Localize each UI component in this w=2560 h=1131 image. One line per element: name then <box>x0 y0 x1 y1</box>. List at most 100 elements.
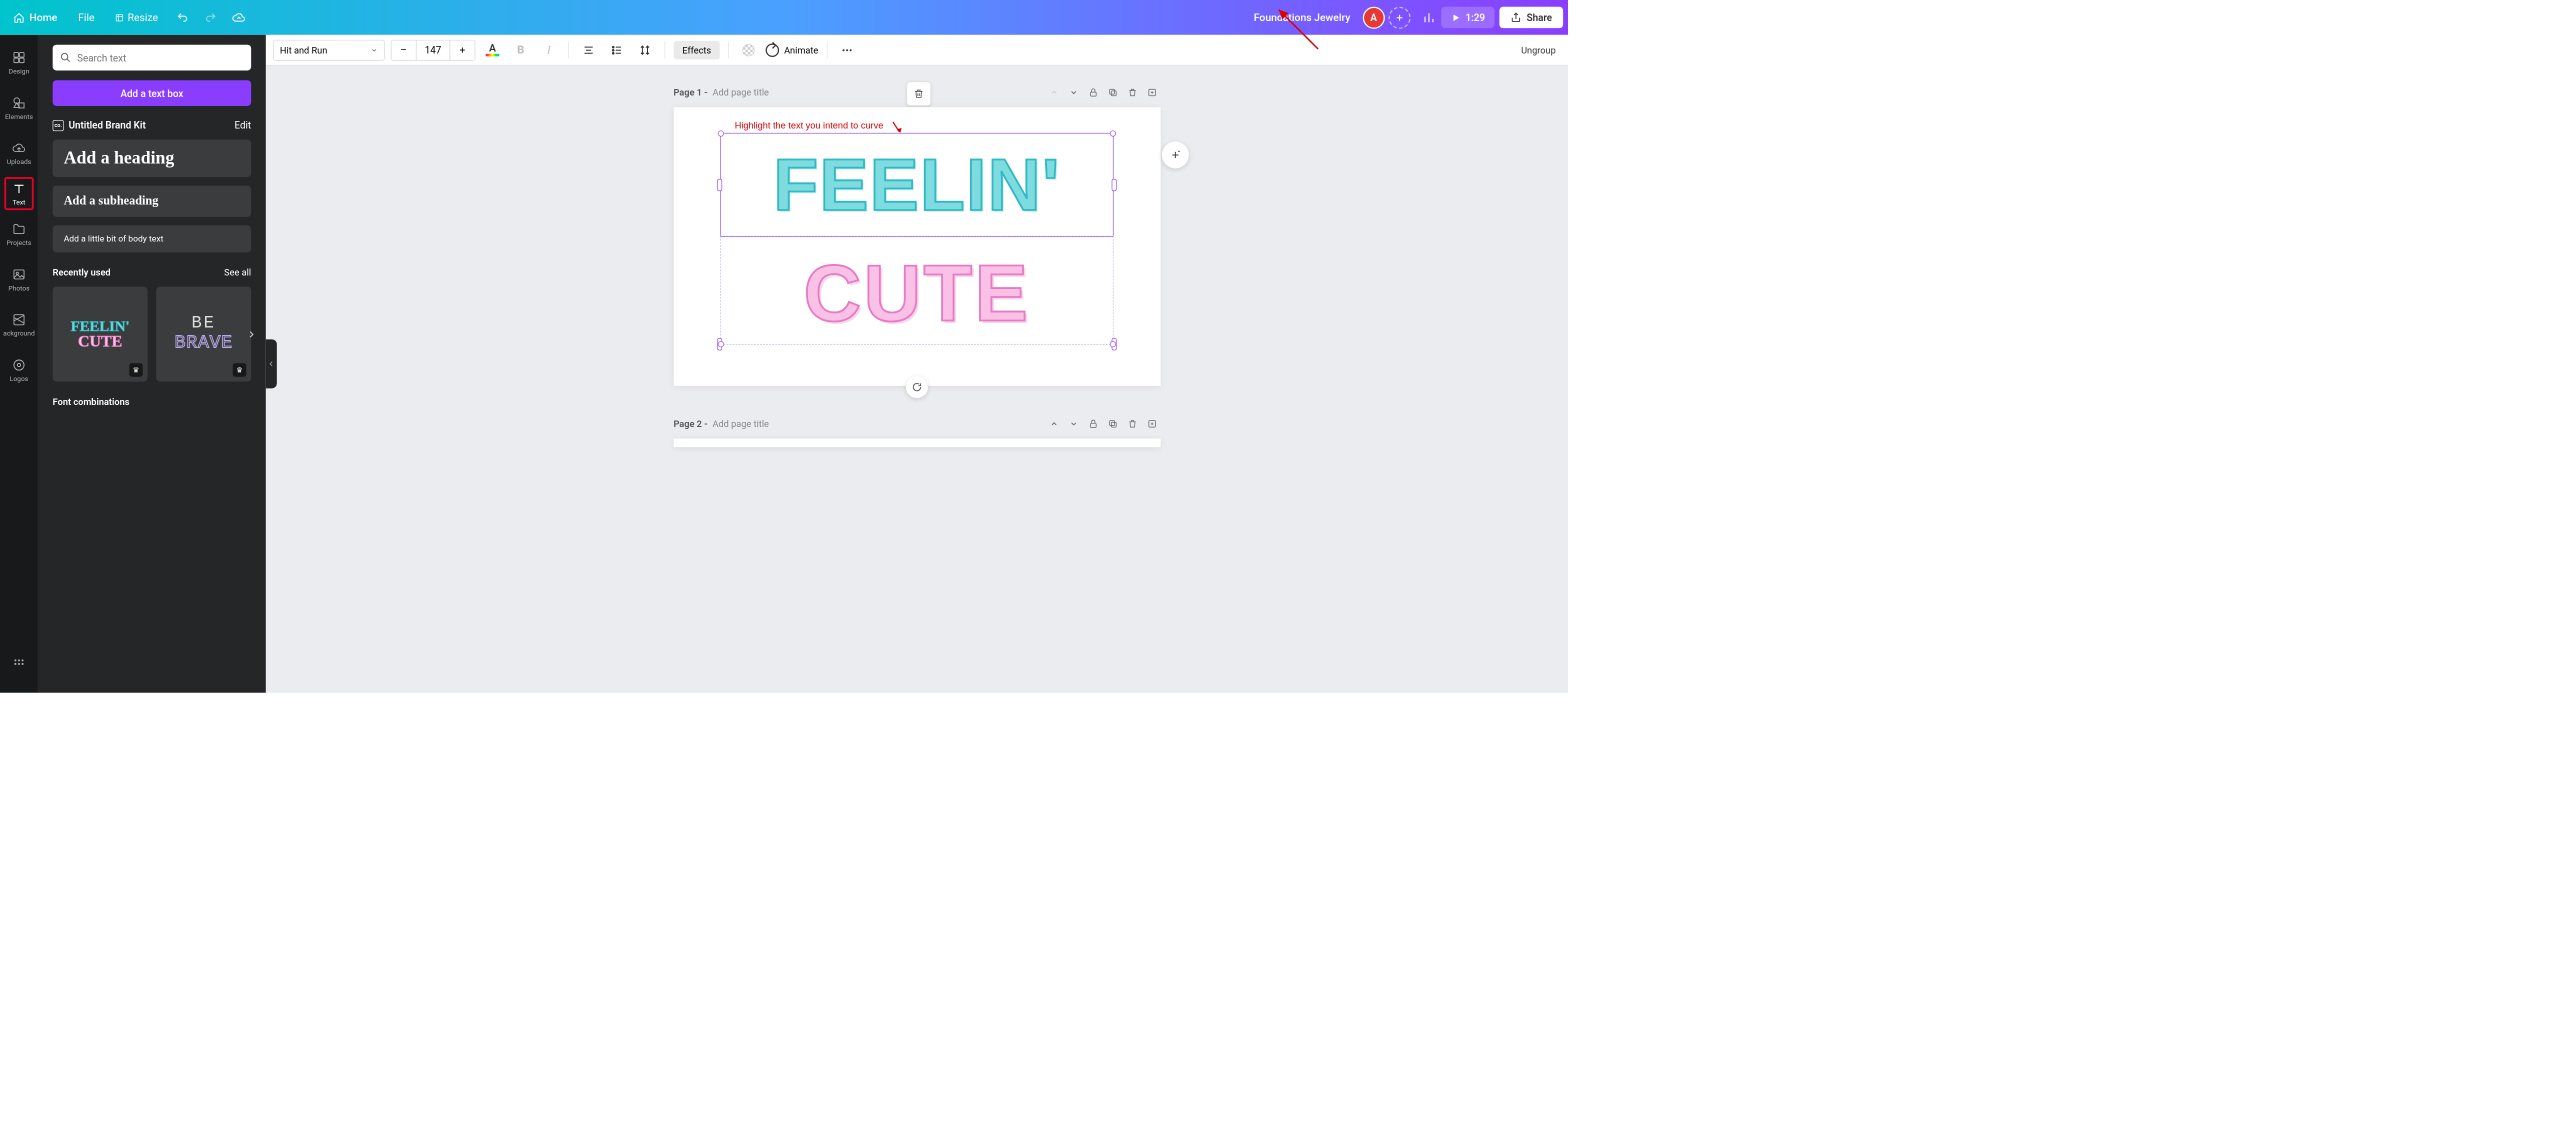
present-button[interactable]: 1:29 <box>1441 7 1495 28</box>
ungroup-button[interactable]: Ungroup <box>1516 44 1560 55</box>
insights-button[interactable] <box>1417 5 1442 30</box>
play-icon <box>1451 13 1461 23</box>
undo-button[interactable] <box>170 5 195 30</box>
share-button[interactable]: Share <box>1500 7 1563 28</box>
transparency-button[interactable] <box>738 40 760 61</box>
thumbs-next-button[interactable] <box>243 326 260 343</box>
home-button[interactable]: Home <box>5 6 66 28</box>
see-all-link[interactable]: See all <box>224 267 251 278</box>
page-delete[interactable] <box>1124 415 1141 432</box>
project-title[interactable]: Foundations Jewelry <box>1245 6 1359 28</box>
page-collapse-down[interactable] <box>1065 84 1082 101</box>
rail-apps[interactable] <box>0 641 38 686</box>
resize-icon <box>115 13 124 22</box>
resize-handle[interactable] <box>1110 341 1116 347</box>
spacing-icon <box>639 44 651 56</box>
page-duplicate[interactable] <box>1104 415 1121 432</box>
rail-text[interactable]: Text <box>4 177 33 210</box>
thumb-feelin-cute[interactable]: FEELIN' CUTE ♛ <box>53 287 148 382</box>
cloud-sync-button[interactable] <box>227 5 252 30</box>
font-combinations-label: Font combinations <box>53 396 251 407</box>
resize-handle[interactable] <box>718 130 724 136</box>
page-lock[interactable] <box>1084 84 1101 101</box>
undo-icon <box>176 11 188 23</box>
page-collapse-down[interactable] <box>1065 415 1082 432</box>
avatar[interactable]: A <box>1363 6 1385 28</box>
font-size-minus[interactable]: – <box>391 40 416 60</box>
page-2-label: Page 2 - <box>673 418 707 429</box>
add-member-button[interactable] <box>1388 6 1410 28</box>
search-icon <box>60 52 71 63</box>
align-button[interactable] <box>578 40 600 61</box>
add-text-box-button[interactable]: Add a text box <box>53 80 251 106</box>
search-input-wrap[interactable] <box>53 45 251 71</box>
italic-icon: I <box>547 43 551 56</box>
font-select[interactable]: Hit and Run <box>273 40 384 61</box>
resize-handle[interactable] <box>1110 130 1116 136</box>
bold-button[interactable]: B <box>510 40 532 61</box>
rail-projects[interactable]: Projects <box>0 211 38 256</box>
file-menu[interactable]: File <box>70 6 103 28</box>
canvas-page-2[interactable] <box>673 439 1160 448</box>
italic-button[interactable]: I <box>538 40 560 61</box>
context-toolbar: Hit and Run – 147 + A B I <box>266 35 1568 66</box>
resize-menu[interactable]: Resize <box>107 6 167 28</box>
rail-photos[interactable]: Photos <box>0 257 38 302</box>
page-add[interactable] <box>1143 415 1160 432</box>
page-collapse-up[interactable] <box>1045 415 1062 432</box>
brand-kit-label[interactable]: co. Untitled Brand Kit <box>53 119 146 131</box>
more-button[interactable] <box>836 40 858 61</box>
page-lock[interactable] <box>1084 415 1101 432</box>
rail-uploads[interactable]: Uploads <box>0 130 38 175</box>
background-icon <box>12 312 27 327</box>
rail-background[interactable]: ackground <box>0 302 38 347</box>
duplicate-icon <box>1108 419 1118 429</box>
page-2-title-input[interactable]: Add page title <box>712 418 768 429</box>
rotate-button[interactable] <box>906 376 928 398</box>
search-input[interactable] <box>77 52 244 64</box>
font-size-value[interactable]: 147 <box>416 40 450 60</box>
page-add[interactable] <box>1143 84 1160 101</box>
page-collapse-up[interactable] <box>1045 84 1062 101</box>
font-size-plus[interactable]: + <box>450 40 475 60</box>
rail-logos[interactable]: Logos <box>0 347 38 392</box>
pages-scroll[interactable]: Page 1 - Add page title Highlight the te… <box>266 66 1568 693</box>
add-body-button[interactable]: Add a little bit of body text <box>53 225 251 252</box>
recent-thumbnails: FEELIN' CUTE ♛ BE BRAVE ♛ <box>53 287 251 382</box>
resize-handle[interactable] <box>717 179 722 191</box>
redo-button[interactable] <box>198 5 223 30</box>
add-content-fab[interactable] <box>1162 141 1189 168</box>
canvas-page-1[interactable]: Highlight the text you intend to curve F… <box>673 107 1160 386</box>
collapse-panel-button[interactable] <box>266 339 277 388</box>
page-1-label: Page 1 - <box>673 87 707 98</box>
page-1-title-input[interactable]: Add page title <box>712 87 768 98</box>
group-outline <box>720 236 1113 345</box>
add-heading-button[interactable]: Add a heading <box>53 140 251 177</box>
list-icon <box>611 44 623 56</box>
resize-handle[interactable] <box>1111 179 1116 191</box>
animate-button[interactable]: Animate <box>766 43 819 56</box>
selection-box[interactable] <box>720 133 1113 237</box>
delete-element-button[interactable] <box>906 81 931 106</box>
text-color-button[interactable]: A <box>481 40 503 61</box>
chart-icon <box>1422 11 1435 24</box>
trash-icon <box>913 88 924 99</box>
chevron-left-icon <box>268 361 274 367</box>
trash-icon <box>1127 88 1137 98</box>
trash-icon <box>1127 419 1137 429</box>
resize-handle[interactable] <box>718 341 724 347</box>
tool-rail: Design Elements Uploads Text Projects Ph… <box>0 35 38 693</box>
rail-elements[interactable]: Elements <box>0 85 38 130</box>
edit-brand-kit[interactable]: Edit <box>235 119 252 131</box>
page-duplicate[interactable] <box>1104 84 1121 101</box>
add-subheading-button[interactable]: Add a subheading <box>53 186 251 217</box>
add-page-icon <box>1147 88 1157 98</box>
page-delete[interactable] <box>1124 84 1141 101</box>
rail-design[interactable]: Design <box>0 40 38 85</box>
thumb-be-brave[interactable]: BE BRAVE ♛ <box>156 287 251 382</box>
effects-button[interactable]: Effects <box>674 41 720 59</box>
chevron-down-icon <box>1069 88 1078 97</box>
list-button[interactable] <box>606 40 628 61</box>
spacing-button[interactable] <box>634 40 656 61</box>
bold-icon: B <box>517 43 524 56</box>
